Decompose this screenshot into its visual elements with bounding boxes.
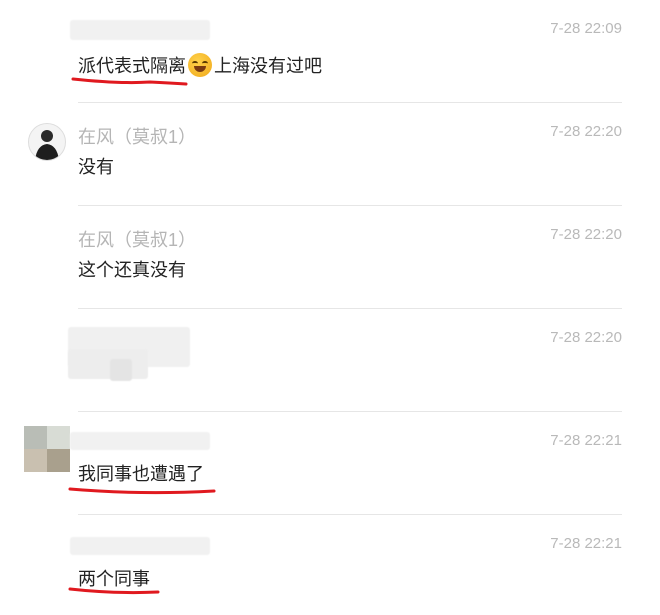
comment-text: 派代表式隔离 上海没有过吧 <box>78 52 322 78</box>
comment-item: 7-28 22:20 <box>0 309 660 411</box>
comment-time: 7-28 22:09 <box>550 20 622 37</box>
avatar[interactable] <box>28 123 66 161</box>
comment-text-part: 派代表式隔离 <box>78 56 186 76</box>
comment-item: 7-28 22:21 我同事也遭遇了 <box>0 412 660 514</box>
comment-item: 在风（莫叔1） 7-28 22:20 没有 <box>0 103 660 205</box>
comment-text: 这个还真没有 <box>78 260 186 280</box>
blurred-content <box>110 359 132 381</box>
blurred-username <box>70 432 210 450</box>
comment-author[interactable]: 在风（莫叔1） <box>78 123 196 149</box>
comment-item: 在风（莫叔1） 7-28 22:20 这个还真没有 <box>0 206 660 308</box>
comment-time: 7-28 22:20 <box>550 329 622 346</box>
comment-item: 7-28 22:09 派代表式隔离 上海没有过吧 <box>0 0 660 102</box>
comment-time: 7-28 22:21 <box>550 535 622 552</box>
comment-author[interactable]: 在风（莫叔1） <box>78 226 196 252</box>
comment-time: 7-28 22:20 <box>550 226 622 243</box>
person-avatar-icon <box>35 130 59 160</box>
comment-time: 7-28 22:21 <box>550 432 622 449</box>
blurred-username <box>70 20 210 40</box>
blurred-content <box>68 349 148 379</box>
blurred-username <box>70 537 210 555</box>
comment-item: 7-28 22:21 两个同事 <box>0 515 660 615</box>
comment-text: 两个同事 <box>78 569 150 589</box>
comment-text-part: 上海没有过吧 <box>214 56 322 76</box>
crying-laughing-emoji-icon <box>188 53 212 77</box>
comment-time: 7-28 22:20 <box>550 123 622 140</box>
comment-text: 我同事也遭遇了 <box>78 464 204 484</box>
blurred-avatar[interactable] <box>24 426 70 472</box>
comment-text: 没有 <box>78 157 114 177</box>
